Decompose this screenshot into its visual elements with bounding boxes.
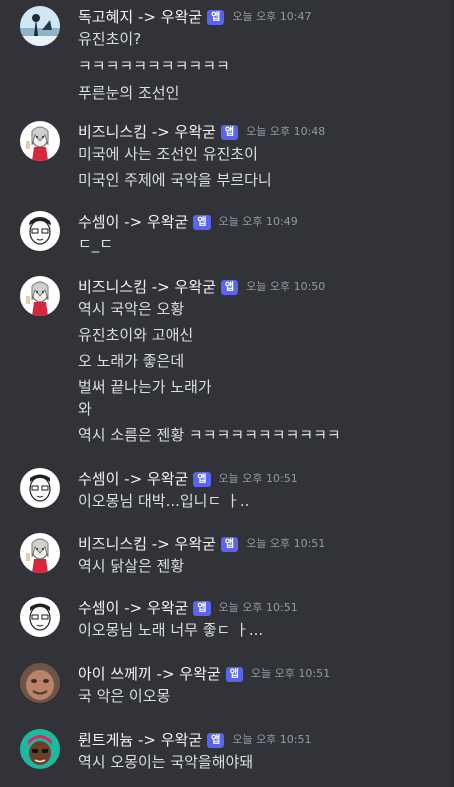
scrollbar-track[interactable]: [450, 0, 454, 787]
timestamp[interactable]: 오늘 오후 10:51: [251, 663, 330, 685]
author-name[interactable]: 비즈니스킴 -> 우왁굳: [78, 533, 216, 555]
author-name[interactable]: 비즈니스킴 -> 우왁굳: [78, 276, 216, 298]
message-header: 독고혜지 -> 우왁굳 앱 오늘 오후 10:47: [78, 6, 312, 28]
avatar[interactable]: [20, 729, 60, 769]
message-header: 비즈니스킴 -> 우왁굳 앱 오늘 오후 10:51: [78, 533, 325, 555]
timestamp[interactable]: 오늘 오후 10:51: [219, 597, 298, 619]
app-badge: 앱: [193, 600, 211, 616]
message-text: 유진초이와 고애신: [78, 326, 194, 344]
app-badge: 앱: [193, 214, 211, 230]
message-text: 역시 오몽이는 국악을해야돼: [78, 753, 254, 771]
app-badge: 앱: [207, 732, 225, 748]
message-text: 역시 닭살은 젠황: [78, 557, 185, 575]
message-header: 륀트게늄 -> 우왁굳 앱 오늘 오후 10:51: [78, 729, 312, 751]
message-header: 아이 쓰께끼 -> 우왁굳 앱 오늘 오후 10:51: [78, 663, 330, 685]
avatar[interactable]: [20, 597, 60, 637]
avatar-landscape-image: [20, 6, 60, 46]
avatar[interactable]: [20, 121, 60, 161]
message-text: 유진초이?: [78, 30, 142, 48]
message-text: 푸른눈의 조선인: [78, 84, 180, 102]
avatar[interactable]: [20, 533, 60, 573]
avatar[interactable]: [20, 6, 60, 46]
author-name[interactable]: 륀트게늄 -> 우왁굳: [78, 729, 202, 751]
app-badge: 앱: [193, 471, 211, 487]
timestamp[interactable]: 오늘 오후 10:50: [246, 276, 325, 298]
avatar-glasses-face-image: [20, 597, 60, 637]
avatar-face-photo-image: [20, 663, 60, 703]
message-header: 비즈니스킴 -> 우왁굳 앱 오늘 오후 10:50: [78, 276, 325, 298]
message-text: 국 악은 이오몽: [78, 687, 171, 705]
app-badge: 앱: [220, 124, 239, 140]
message-text: 이오몽님 대박...입니ㄷ ㅏ..: [78, 492, 250, 510]
message-text: 미국에 사는 조선인 유진초이: [78, 145, 258, 163]
message-text: 이오몽님 노래 너무 좋ㄷ ㅏ...: [78, 621, 264, 639]
message-text: 역시 국악은 오황: [78, 300, 185, 318]
author-name[interactable]: 수셈이 -> 우왁굳: [78, 597, 188, 619]
message-text: ㅋㅋㅋㅋㅋㅋㅋㅋㅋㅋㅋ: [78, 57, 230, 75]
avatar[interactable]: [20, 276, 60, 316]
app-badge: 앱: [225, 666, 243, 682]
timestamp[interactable]: 오늘 오후 10:51: [246, 533, 325, 555]
timestamp[interactable]: 오늘 오후 10:47: [232, 6, 311, 28]
message-text: 역시 소름은 젠황 ㅋㅋㅋㅋㅋㅋㅋㅋㅋㅋㅋ: [78, 426, 341, 444]
message-feed: 독고혜지 -> 우왁굳 앱 오늘 오후 10:47 유진초이? ㅋㅋㅋㅋㅋㅋㅋㅋ…: [0, 0, 454, 787]
author-name[interactable]: 수셈이 -> 우왁굳: [78, 468, 188, 490]
message-text: 와: [78, 400, 92, 418]
avatar-suit-character-image: [20, 121, 60, 161]
message-header: 수셈이 -> 우왁굳 앱 오늘 오후 10:51: [78, 597, 298, 619]
avatar-character-image: [20, 729, 60, 769]
timestamp[interactable]: 오늘 오후 10:49: [219, 211, 298, 233]
avatar-glasses-face-image: [20, 211, 60, 251]
author-name[interactable]: 수셈이 -> 우왁굳: [78, 211, 188, 233]
timestamp[interactable]: 오늘 오후 10:48: [246, 121, 325, 143]
avatar-suit-character-image: [20, 533, 60, 573]
message-text: 미국인 주제에 국악을 부르다니: [78, 171, 272, 189]
author-name[interactable]: 독고혜지 -> 우왁굳: [78, 6, 202, 28]
avatar-glasses-face-image: [20, 468, 60, 508]
app-badge: 앱: [220, 536, 239, 552]
message-header: 비즈니스킴 -> 우왁굳 앱 오늘 오후 10:48: [78, 121, 325, 143]
avatar[interactable]: [20, 211, 60, 251]
author-name[interactable]: 아이 쓰께끼 -> 우왁굳: [78, 663, 221, 685]
message-text: 벌써 끝나는가 노래가: [78, 378, 212, 396]
avatar[interactable]: [20, 468, 60, 508]
author-name[interactable]: 비즈니스킴 -> 우왁굳: [78, 121, 216, 143]
avatar-suit-character-image: [20, 276, 60, 316]
avatar[interactable]: [20, 663, 60, 703]
message-header: 수셈이 -> 우왁굳 앱 오늘 오후 10:51: [78, 468, 298, 490]
app-badge: 앱: [207, 9, 225, 25]
message-header: 수셈이 -> 우왁굳 앱 오늘 오후 10:49: [78, 211, 298, 233]
timestamp[interactable]: 오늘 오후 10:51: [232, 729, 311, 751]
message-text: ㄷ_ㄷ: [78, 235, 114, 253]
message-text: 오 노래가 좋은데: [78, 352, 185, 370]
app-badge: 앱: [220, 279, 239, 295]
timestamp[interactable]: 오늘 오후 10:51: [219, 468, 298, 490]
